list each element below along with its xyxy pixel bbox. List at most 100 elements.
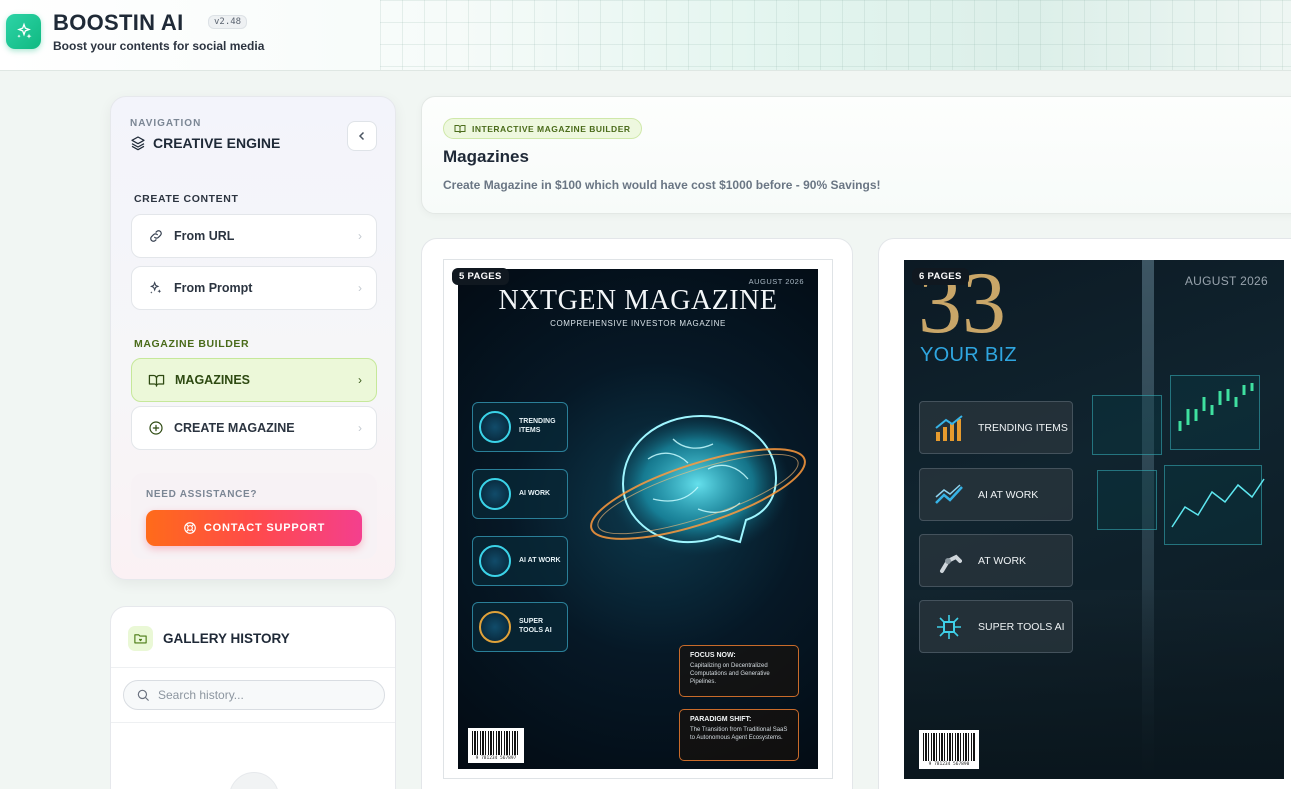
folder-heart-icon (128, 626, 153, 651)
divider (111, 722, 395, 723)
cover-headline: YOUR BIZ (920, 344, 1017, 366)
nav-title-label: CREATIVE ENGINE (153, 135, 281, 151)
header-grid-decoration (380, 0, 1291, 70)
sidebar-item-from-prompt[interactable]: From Prompt › (131, 266, 377, 310)
sidebar-item-label: From Prompt (174, 281, 253, 295)
bar-chart-icon (934, 413, 964, 443)
link-icon (150, 230, 162, 242)
cover-feature-label: AI AT WORK (519, 556, 561, 564)
gallery-history-panel: GALLERY HISTORY (110, 606, 396, 789)
divider (111, 667, 395, 668)
focus-heading: FOCUS NOW: (690, 652, 736, 659)
collapse-sidebar-button[interactable] (347, 121, 377, 151)
cover-feature-ai-work: AI WORK (472, 469, 568, 519)
magazine-builder-label: MAGAZINE BUILDER (134, 338, 250, 350)
gallery-header: GALLERY HISTORY (128, 626, 290, 651)
version-badge: v2.48 (208, 15, 248, 29)
book-open-icon (148, 374, 165, 387)
barcode-bars (923, 733, 975, 761)
empty-state-placeholder (229, 772, 279, 789)
lifebuoy-icon (184, 522, 196, 534)
plus-circle-icon (149, 421, 163, 435)
magazine-card[interactable]: 5 PAGES AUGUST 2026 NXTGEN MAGAZINE COMP… (421, 238, 853, 789)
cover-feature-label: AI AT WORK (978, 488, 1039, 501)
cover-title: NXTGEN MAGAZINE (498, 285, 778, 316)
robot-arm-icon (934, 546, 964, 576)
section-badge: INTERACTIVE MAGAZINE BUILDER (443, 118, 642, 139)
focus-text: Capitalizing on Decentralized Computatio… (690, 663, 770, 685)
assistance-label: NEED ASSISTANCE? (146, 489, 258, 500)
holographic-charts-image (1092, 375, 1277, 565)
search-icon (137, 689, 149, 701)
cover-feature-label: SUPER TOOLS AI (978, 620, 1065, 633)
sidebar-item-from-url[interactable]: From URL › (131, 214, 377, 258)
brand-tagline: Boost your contents for social media (53, 39, 265, 53)
chevron-right-icon: › (358, 421, 362, 435)
magazine-cover-frame: 5 PAGES AUGUST 2026 NXTGEN MAGAZINE COMP… (443, 259, 833, 779)
sparkles-icon (149, 281, 162, 294)
magazine-card[interactable]: 6 PAGES AUGUST 2026 33 YOUR BIZ TRENDING… (878, 238, 1291, 789)
layers-icon (131, 136, 145, 151)
book-open-icon (454, 124, 466, 133)
sidebar-item-label: From URL (174, 229, 235, 243)
cover-feature-label: TRENDING ITEMS (978, 421, 1068, 434)
barcode: 9 781234 567897 (468, 728, 524, 763)
chip-icon (479, 411, 511, 443)
create-content-label: CREATE CONTENT (134, 193, 239, 205)
contact-support-button[interactable]: CONTACT SUPPORT (146, 510, 362, 546)
barcode: 9 781234 567890 (919, 730, 979, 769)
sidebar-item-magazines[interactable]: MAGAZINES › (131, 358, 377, 402)
cover-feature-trending: TRENDING ITEMS (919, 401, 1073, 454)
nav-kicker: NAVIGATION (130, 118, 202, 129)
chart-screen (1092, 395, 1162, 455)
barcode-number: 9 781234 567897 (475, 756, 517, 761)
robot-hand-icon (479, 478, 511, 510)
cover-feature-label: AT WORK (978, 554, 1027, 567)
cover-feature-ai-at-work: AI AT WORK (919, 468, 1073, 521)
pages-badge: 5 PAGES (452, 268, 509, 285)
cover-shift-box: PARADIGM SHIFT: The Transition from Trad… (679, 709, 799, 761)
cover-feature-ai-at-work: AI AT WORK (472, 536, 568, 586)
nav-title: CREATIVE ENGINE (130, 135, 280, 151)
magazine-cover[interactable]: 6 PAGES AUGUST 2026 33 YOUR BIZ TRENDING… (904, 260, 1284, 779)
cover-feature-label: AI WORK (519, 489, 551, 497)
sidebar-item-create-magazine[interactable]: CREATE MAGAZINE › (131, 406, 377, 450)
barcode-bars (472, 731, 520, 755)
chart-screen (1097, 470, 1157, 530)
sparkles-logo-icon (16, 22, 31, 39)
cover-subtitle: COMPREHENSIVE INVESTOR MAGAZINE (550, 319, 726, 328)
magazine-cover[interactable]: AUGUST 2026 NXTGEN MAGAZINE COMPREHENSIV… (458, 269, 818, 769)
pages-badge: 6 PAGES (912, 268, 969, 285)
glowing-brain-image (590, 412, 806, 556)
chevron-right-icon: › (358, 281, 362, 295)
contact-support-label: CONTACT SUPPORT (203, 522, 326, 534)
shift-text: The Transition from Traditional SaaS to … (690, 727, 788, 741)
circuit-icon (934, 612, 964, 642)
cover-feature-at-work: AT WORK (919, 534, 1073, 587)
cover-month: AUGUST 2026 (1184, 274, 1268, 288)
gears-icon (479, 611, 511, 643)
candlestick-chart-icon (1178, 383, 1254, 431)
cover-feature-super-tools: SUPER TOOLS AI (919, 600, 1073, 653)
logo[interactable] (6, 14, 41, 49)
sidebar-item-label: MAGAZINES (175, 373, 250, 387)
search-history-input[interactable] (158, 688, 378, 702)
cover-feature-trending: TRENDING ITEMS (472, 402, 568, 452)
cover-feature-super-tools: SUPER TOOLS AI (472, 602, 568, 652)
sidebar-item-label: CREATE MAGAZINE (174, 421, 295, 435)
page-subtitle: Create Magazine in $100 which would have… (443, 178, 881, 192)
line-chart-icon (1171, 478, 1265, 528)
chevron-right-icon: › (358, 373, 362, 387)
chevron-right-icon: › (358, 229, 362, 243)
gallery-search[interactable] (123, 680, 385, 710)
shift-heading: PARADIGM SHIFT: (690, 716, 752, 723)
cover-feature-label: SUPER TOOLS AI (519, 618, 552, 634)
cover-focus-box: FOCUS NOW: Capitalizing on Decentralized… (679, 645, 799, 697)
gallery-title: GALLERY HISTORY (163, 631, 290, 646)
robot-head-icon (479, 545, 511, 577)
assistance-panel: NEED ASSISTANCE? CONTACT SUPPORT (131, 473, 377, 559)
section-badge-label: INTERACTIVE MAGAZINE BUILDER (472, 123, 631, 134)
app-header: BOOSTIN AI v2.48 Boost your contents for… (0, 0, 1291, 71)
page-header-card: INTERACTIVE MAGAZINE BUILDER Magazines C… (421, 96, 1291, 214)
cover-feature-label: TRENDING ITEMS (519, 418, 556, 434)
